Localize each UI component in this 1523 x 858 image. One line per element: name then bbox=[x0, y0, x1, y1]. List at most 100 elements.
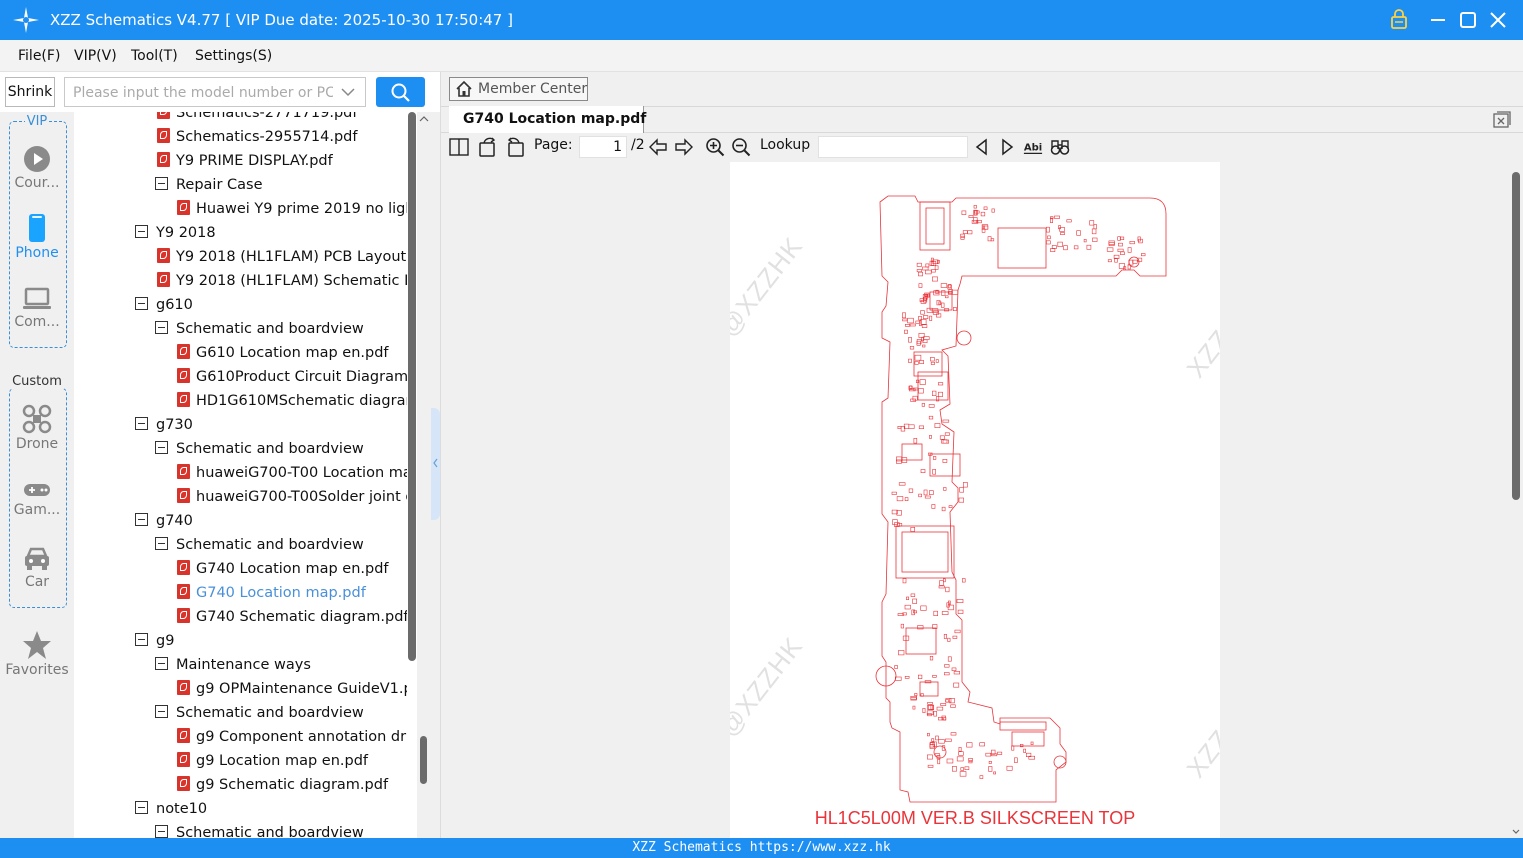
zoom-out-icon[interactable] bbox=[731, 137, 751, 157]
find-all-icon[interactable] bbox=[1050, 137, 1070, 157]
nav-computer[interactable]: Com... bbox=[0, 286, 74, 330]
search-button[interactable] bbox=[376, 77, 425, 107]
previous-page-icon[interactable] bbox=[648, 137, 668, 157]
tree-item-label: G740 Schematic diagram.pdf bbox=[196, 609, 409, 625]
minimize-icon[interactable] bbox=[1426, 8, 1450, 32]
tree-scrollbar-thumb[interactable] bbox=[408, 112, 416, 661]
maximize-icon[interactable] bbox=[1456, 8, 1480, 32]
rotate-left-icon[interactable] bbox=[478, 137, 498, 157]
tree-file-row[interactable]: G740 Schematic diagram.pdf bbox=[177, 605, 409, 629]
tree-folder-row[interactable]: Schematic and boardview bbox=[155, 821, 364, 838]
tree-file-row[interactable]: Schematics-2771719.pdf bbox=[157, 112, 357, 125]
tree-folder-row[interactable]: Schematic and boardview bbox=[155, 533, 364, 557]
pcb-component bbox=[920, 605, 927, 611]
tree-file-row[interactable]: Huawei Y9 prime 2019 no light bbox=[177, 197, 417, 221]
rotate-right-icon[interactable] bbox=[505, 137, 525, 157]
pcb-component bbox=[974, 210, 980, 214]
pcb-component bbox=[931, 269, 936, 273]
find-next-icon[interactable] bbox=[997, 137, 1017, 157]
tree-file-row[interactable]: huaweiG700-T00Solder joint dia bbox=[177, 485, 417, 509]
collapse-icon[interactable] bbox=[155, 705, 168, 718]
tree-scrollbar-outer[interactable] bbox=[417, 112, 430, 838]
lookup-input[interactable] bbox=[818, 136, 968, 158]
collapse-icon[interactable] bbox=[155, 441, 168, 454]
pcb-component bbox=[904, 497, 909, 502]
tree-file-row[interactable]: G740 Location map en.pdf bbox=[177, 557, 389, 581]
collapse-icon[interactable] bbox=[135, 417, 148, 430]
lock-icon[interactable] bbox=[1387, 8, 1411, 32]
nav-game[interactable]: Gam... bbox=[0, 480, 74, 518]
tab-document[interactable]: G740 Location map.pdf bbox=[449, 106, 646, 133]
menu-settings[interactable]: Settings(S) bbox=[195, 48, 272, 64]
tree-folder-row[interactable]: Schematic and boardview bbox=[155, 701, 364, 725]
tree-folder-row[interactable]: g740 bbox=[135, 509, 193, 533]
tree-file-row[interactable]: g9 Schematic diagram.pdf bbox=[177, 773, 388, 797]
collapse-icon[interactable] bbox=[135, 297, 148, 310]
tree-file-row[interactable]: huaweiG700-T00 Location map. bbox=[177, 461, 417, 485]
tree-folder-row[interactable]: Repair Case bbox=[155, 173, 263, 197]
tree-folder-row[interactable]: Maintenance ways bbox=[155, 653, 311, 677]
collapse-icon[interactable] bbox=[155, 177, 168, 190]
member-center-button[interactable]: Member Center bbox=[449, 77, 588, 101]
tree-file-row[interactable]: G610Product Circuit Diagram.pc bbox=[177, 365, 417, 389]
menu-file[interactable]: File(F) bbox=[18, 48, 60, 64]
sidebar-toggle-icon[interactable] bbox=[449, 137, 469, 157]
tree-file-row[interactable]: G740 Location map.pdf bbox=[177, 581, 366, 605]
zoom-in-icon[interactable] bbox=[705, 137, 725, 157]
tree-file-row[interactable]: g9 OPMaintenance GuideV1.pd bbox=[177, 677, 417, 701]
pdf-file-icon bbox=[157, 152, 170, 167]
collapse-handle[interactable] bbox=[431, 408, 440, 520]
tree-folder-row[interactable]: Y9 2018 bbox=[135, 221, 216, 245]
collapse-icon[interactable] bbox=[135, 225, 148, 238]
tree-folder-row[interactable]: note10 bbox=[135, 797, 207, 821]
close-tab-icon[interactable] bbox=[1493, 111, 1511, 129]
tree-folder-row[interactable]: g9 bbox=[135, 629, 174, 653]
tree-scrollbar-outer-thumb[interactable] bbox=[420, 736, 427, 784]
collapse-icon[interactable] bbox=[155, 321, 168, 334]
nav-drone[interactable]: Drone bbox=[0, 404, 74, 452]
collapse-icon[interactable] bbox=[135, 633, 148, 646]
tree-file-row[interactable]: Schematics-2955714.pdf bbox=[157, 125, 357, 149]
tree-item-label: g9 Component annotation drav bbox=[196, 729, 417, 745]
model-search-combobox[interactable] bbox=[64, 77, 366, 107]
find-previous-icon[interactable] bbox=[972, 137, 992, 157]
tree-folder-row[interactable]: g730 bbox=[135, 413, 193, 437]
nav-car[interactable]: Car bbox=[0, 546, 74, 590]
collapse-icon[interactable] bbox=[155, 825, 168, 838]
collapse-icon[interactable] bbox=[135, 801, 148, 814]
document-scrollbar[interactable] bbox=[1509, 162, 1523, 838]
close-icon[interactable] bbox=[1486, 8, 1510, 32]
match-case-icon[interactable]: Abi bbox=[1023, 137, 1043, 157]
collapse-icon[interactable] bbox=[135, 513, 148, 526]
nav-phone[interactable]: Phone bbox=[0, 213, 74, 261]
collapse-icon[interactable] bbox=[155, 537, 168, 550]
scroll-down-icon[interactable] bbox=[1512, 828, 1520, 836]
tree-folder-row[interactable]: g610 bbox=[135, 293, 193, 317]
scroll-up-icon[interactable] bbox=[419, 115, 429, 123]
pdf-file-icon bbox=[177, 584, 190, 599]
shrink-button[interactable]: Shrink bbox=[5, 77, 55, 107]
nav-courses[interactable]: Cour... bbox=[0, 145, 74, 191]
search-input[interactable] bbox=[71, 82, 335, 104]
menu-vip[interactable]: VIP(V) bbox=[74, 48, 117, 64]
tree-scrollbar[interactable] bbox=[407, 112, 417, 838]
tree-folder-row[interactable]: Schematic and boardview bbox=[155, 437, 364, 461]
pcb-component bbox=[896, 496, 904, 502]
tree-file-row[interactable]: HD1G610MSchematic diagram. bbox=[177, 389, 417, 413]
chevron-down-icon[interactable] bbox=[341, 86, 355, 98]
tree-file-row[interactable]: g9 Component annotation drav bbox=[177, 725, 417, 749]
pane-splitter[interactable] bbox=[430, 112, 440, 838]
next-page-icon[interactable] bbox=[674, 137, 694, 157]
tree-folder-row[interactable]: Schematic and boardview bbox=[155, 317, 364, 341]
page-number-input[interactable]: 1 bbox=[579, 136, 627, 158]
nav-favorites[interactable]: Favorites bbox=[0, 630, 74, 678]
tree-file-row[interactable]: Y9 PRIME DISPLAY.pdf bbox=[157, 149, 333, 173]
collapse-icon[interactable] bbox=[155, 657, 168, 670]
tree-file-row[interactable]: g9 Location map en.pdf bbox=[177, 749, 368, 773]
pdf-page[interactable]: HL1C5L00M VER.B SILKSCREEN TOP XZZ@XZZHK… bbox=[730, 162, 1220, 838]
menu-tool[interactable]: Tool(T) bbox=[131, 48, 178, 64]
tree-file-row[interactable]: Y9 2018 (HL1FLAM) Schematic Dia bbox=[157, 269, 417, 293]
document-scrollbar-thumb[interactable] bbox=[1512, 172, 1520, 500]
tree-file-row[interactable]: Y9 2018 (HL1FLAM) PCB Layout.pd bbox=[157, 245, 417, 269]
tree-file-row[interactable]: G610 Location map en.pdf bbox=[177, 341, 389, 365]
